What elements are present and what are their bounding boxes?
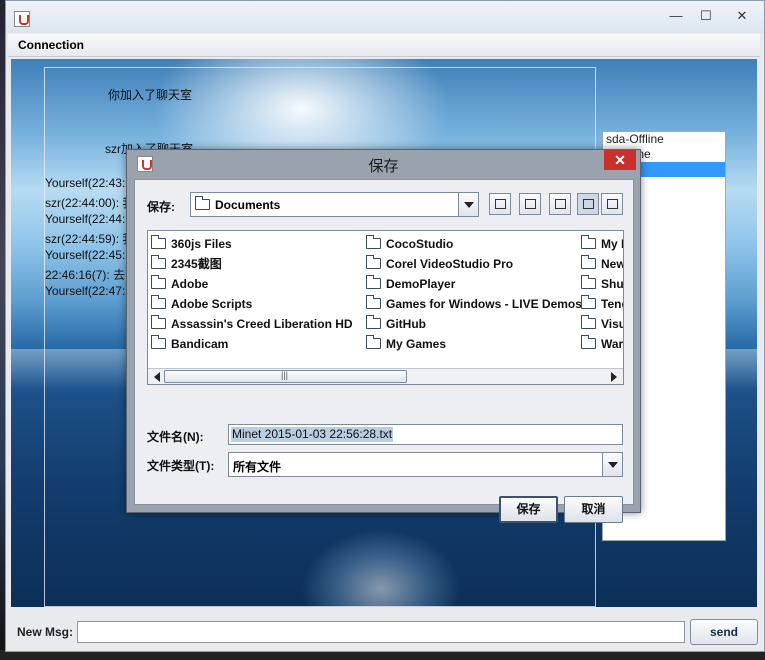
message-input[interactable] <box>77 621 685 643</box>
filename-input[interactable]: Minet 2015-01-03 22:56:28.txt <box>228 424 623 445</box>
menu-bar: Connection <box>8 34 760 57</box>
file-column: CocoStudio Corel VideoStudio Pro DemoPla… <box>363 234 582 354</box>
folder-item[interactable]: Adobe Scripts <box>148 294 353 314</box>
folder-icon <box>366 275 381 289</box>
save-dialog: 保存 ✕ 保存: Documents 360js Files 2345截图 Ad… <box>126 149 641 523</box>
folder-item[interactable]: 360js Files <box>148 234 353 254</box>
folder-item[interactable]: CocoStudio <box>363 234 582 254</box>
save-in-value: Documents <box>195 196 280 212</box>
details-view-button[interactable] <box>601 193 623 215</box>
folder-item[interactable]: 2345截图 <box>148 254 353 274</box>
folder-icon <box>366 295 381 309</box>
scrollbar-thumb[interactable] <box>164 370 407 383</box>
folder-icon <box>151 255 166 269</box>
folder-item[interactable]: My Games <box>363 334 582 354</box>
folder-icon <box>366 255 381 269</box>
new-msg-label: New Msg: <box>17 625 74 639</box>
filetype-label: 文件类型(T): <box>147 459 215 473</box>
save-in-label: 保存: <box>147 200 175 214</box>
folder-item[interactable]: Corel VideoStudio Pro <box>363 254 582 274</box>
chat-message: szr(22:44:59): 我 <box>45 232 135 246</box>
title-bar[interactable]: — ☐ ✕ <box>6 1 764 33</box>
java-app-icon <box>14 11 30 27</box>
chat-message: szr(22:44:00): 我 <box>45 196 135 210</box>
user-list-item[interactable]: sda-Offline <box>603 132 725 147</box>
horizontal-scrollbar[interactable] <box>148 368 623 384</box>
home-button[interactable] <box>519 193 541 215</box>
file-column: My I New Shu Tenc Visu War <box>578 234 623 354</box>
chat-message: 22:46:16(7): 去 <box>45 268 126 282</box>
folder-icon <box>581 275 596 289</box>
folder-icon <box>151 295 166 309</box>
filetype-combo[interactable]: 所有文件 <box>228 452 623 477</box>
minimize-button[interactable]: — <box>664 7 688 25</box>
file-list[interactable]: 360js Files 2345截图 Adobe Adobe Scripts A… <box>147 230 624 385</box>
folder-item[interactable]: GitHub <box>363 314 582 334</box>
folder-icon <box>151 335 166 349</box>
dialog-close-button[interactable]: ✕ <box>604 150 636 170</box>
chevron-down-icon[interactable] <box>602 453 622 476</box>
folder-item[interactable]: War <box>578 334 623 354</box>
maximize-button[interactable]: ☐ <box>694 7 718 25</box>
dialog-body: 保存: Documents 360js Files 2345截图 Adobe A… <box>134 179 634 523</box>
menu-connection[interactable]: Connection <box>18 38 84 52</box>
send-button[interactable]: send <box>690 619 758 645</box>
folder-item[interactable]: My I <box>578 234 623 254</box>
folder-icon <box>581 255 596 269</box>
list-view-button[interactable] <box>577 193 599 215</box>
folder-icon <box>581 315 596 329</box>
folder-icon <box>366 335 381 349</box>
folder-icon <box>581 235 596 249</box>
close-button[interactable]: ✕ <box>726 7 758 25</box>
save-button[interactable]: 保存 <box>499 496 558 523</box>
filetype-value: 所有文件 <box>233 460 282 474</box>
up-one-level-button[interactable] <box>489 193 511 215</box>
save-in-combo[interactable]: Documents <box>190 192 479 217</box>
filename-value: Minet 2015-01-03 22:56:28.txt <box>231 427 394 442</box>
folder-icon <box>366 235 381 249</box>
cancel-button[interactable]: 取消 <box>564 496 623 523</box>
folder-item[interactable]: Assassin's Creed Liberation HD <box>148 314 353 334</box>
folder-item[interactable]: Bandicam <box>148 334 353 354</box>
dialog-title-bar[interactable]: 保存 ✕ <box>127 150 640 178</box>
folder-icon <box>151 315 166 329</box>
scroll-left-icon[interactable] <box>151 371 163 383</box>
folder-item[interactable]: New <box>578 254 623 274</box>
folder-icon <box>195 196 210 210</box>
folder-icon <box>366 315 381 329</box>
chevron-down-icon[interactable] <box>458 193 478 216</box>
dialog-title: 保存 <box>368 158 399 175</box>
folder-item[interactable]: Shu <box>578 274 623 294</box>
filename-label: 文件名(N): <box>147 430 204 444</box>
chat-message: Yourself(22:44: <box>45 212 126 226</box>
chat-message: 你加入了聊天室 <box>108 88 193 102</box>
folder-icon <box>151 235 166 249</box>
folder-icon <box>581 335 596 349</box>
folder-item[interactable]: Games for Windows - LIVE Demos <box>363 294 582 314</box>
folder-item[interactable]: DemoPlayer <box>363 274 582 294</box>
folder-icon <box>581 295 596 309</box>
file-column: 360js Files 2345截图 Adobe Adobe Scripts A… <box>148 234 353 354</box>
folder-item[interactable]: Tenc <box>578 294 623 314</box>
chat-message: Yourself(22:45: <box>45 248 126 262</box>
new-folder-button[interactable] <box>549 193 571 215</box>
folder-item[interactable]: Adobe <box>148 274 353 294</box>
folder-item[interactable]: Visu <box>578 314 623 334</box>
chat-message: Yourself(22:47: <box>45 284 126 298</box>
scroll-right-icon[interactable] <box>608 371 620 383</box>
chat-message: Yourself(22:43: <box>45 176 126 190</box>
folder-icon <box>151 275 166 289</box>
